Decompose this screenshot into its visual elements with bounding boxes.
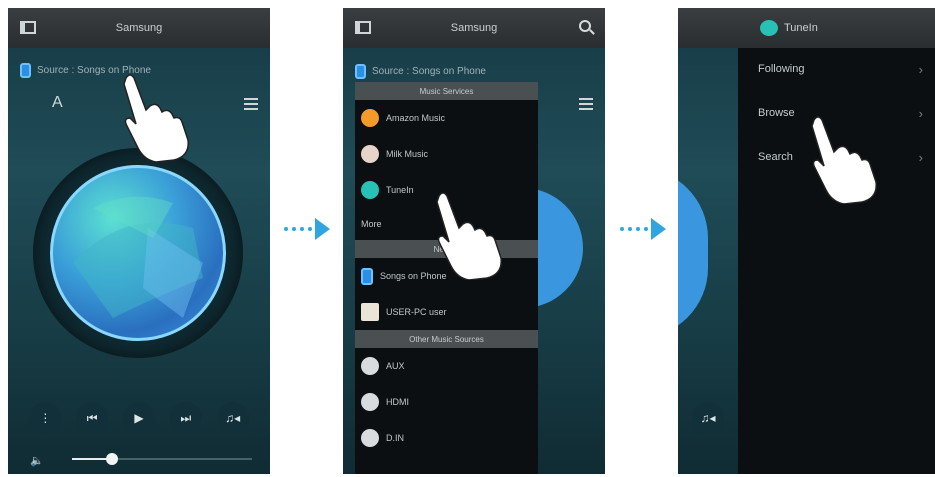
multi-window-icon[interactable] bbox=[20, 21, 36, 34]
volume-slider-thumb[interactable] bbox=[105, 453, 118, 465]
menu-item-user-pc[interactable]: USER-PC user bbox=[355, 294, 538, 330]
menu-item-label: D.IN bbox=[386, 433, 404, 443]
pc-icon bbox=[361, 303, 379, 321]
top-bar: TuneIn bbox=[678, 8, 935, 48]
menu-item-milk-music[interactable]: Milk Music bbox=[355, 136, 538, 172]
source-selector[interactable]: Source : Songs on Phone bbox=[355, 64, 486, 79]
cable-icon bbox=[361, 357, 379, 375]
top-bar: Samsung bbox=[8, 8, 270, 48]
menu-item-d-in[interactable]: D.IN bbox=[355, 420, 538, 456]
amazon-music-icon bbox=[361, 109, 379, 127]
tutorial-stage: Samsung Source : Songs on Phone A ⋮ ⏮ ▶ … bbox=[0, 0, 935, 477]
menu-item-label: Amazon Music bbox=[386, 113, 446, 123]
tap-hand-icon bbox=[436, 192, 502, 280]
screen-tunein-menu: TuneIn ♫◂ Following › Browse › Search › bbox=[678, 8, 935, 474]
cable-icon bbox=[361, 429, 379, 447]
menu-item-aux[interactable]: AUX bbox=[355, 348, 538, 384]
menu-item-label: More bbox=[361, 219, 382, 229]
step-arrow-2 bbox=[620, 218, 666, 240]
menu-item-label: Browse bbox=[758, 107, 795, 119]
milk-music-icon bbox=[361, 145, 379, 163]
chevron-right-icon: › bbox=[918, 149, 923, 165]
menu-item-label: TuneIn bbox=[386, 185, 414, 195]
menu-item-label: Search bbox=[758, 151, 793, 163]
tunein-icon bbox=[361, 181, 379, 199]
tap-hand-icon bbox=[123, 74, 189, 162]
play-button[interactable]: ▶ bbox=[122, 402, 155, 434]
menu-icon[interactable] bbox=[579, 98, 593, 110]
menu-item-amazon-music[interactable]: Amazon Music bbox=[355, 100, 538, 136]
chevron-right-icon: › bbox=[918, 61, 923, 77]
disc-ring bbox=[33, 148, 243, 358]
multi-window-icon[interactable] bbox=[355, 21, 371, 34]
queue-button[interactable]: ♫◂ bbox=[692, 402, 724, 434]
menu-item-label: AUX bbox=[386, 361, 405, 371]
menu-item-label: USER-PC user bbox=[386, 307, 447, 317]
phone-icon bbox=[361, 267, 373, 285]
step-arrow-1 bbox=[284, 218, 330, 240]
playback-controls: ⋮ ⏮ ▶ ⏭ ♫◂ bbox=[8, 402, 270, 434]
next-button[interactable]: ⏭ bbox=[169, 402, 202, 434]
menu-icon[interactable] bbox=[244, 98, 258, 110]
album-disc[interactable] bbox=[50, 165, 226, 341]
previous-button[interactable]: ⏮ bbox=[76, 402, 109, 434]
app-title: TuneIn bbox=[784, 22, 818, 34]
app-title: Samsung bbox=[450, 22, 498, 34]
search-icon[interactable] bbox=[579, 20, 591, 32]
chevron-right-icon: › bbox=[918, 105, 923, 121]
tunein-icon bbox=[760, 20, 778, 36]
menu-item-label: HDMI bbox=[386, 397, 409, 407]
disc-art bbox=[73, 196, 203, 318]
more-options-button[interactable]: ⋮ bbox=[29, 402, 62, 434]
menu-item-label: Milk Music bbox=[386, 149, 428, 159]
menu-item-following[interactable]: Following › bbox=[758, 54, 923, 84]
phone-icon bbox=[20, 63, 31, 78]
section-header-other-sources: Other Music Sources bbox=[355, 330, 538, 348]
volume-icon: 🔈 bbox=[30, 455, 44, 467]
app-title: Samsung bbox=[115, 22, 163, 34]
cable-icon bbox=[361, 393, 379, 411]
phone-icon bbox=[355, 64, 366, 79]
screen-now-playing: Samsung Source : Songs on Phone A ⋮ ⏮ ▶ … bbox=[8, 8, 270, 474]
section-header-music-services: Music Services bbox=[355, 82, 538, 100]
queue-button[interactable]: ♫◂ bbox=[216, 402, 249, 434]
menu-item-label: Following bbox=[758, 63, 805, 75]
volume-control: 🔈 bbox=[30, 452, 252, 467]
menu-item-hdmi[interactable]: HDMI bbox=[355, 384, 538, 420]
sort-alpha-icon[interactable]: A bbox=[52, 94, 63, 112]
top-bar: Samsung bbox=[343, 8, 605, 48]
tap-hand-icon bbox=[811, 116, 877, 204]
album-disc-peek bbox=[678, 168, 708, 338]
screen-source-menu: Samsung Source : Songs on Phone Music Se… bbox=[343, 8, 605, 474]
source-label: Source : Songs on Phone bbox=[372, 66, 486, 77]
